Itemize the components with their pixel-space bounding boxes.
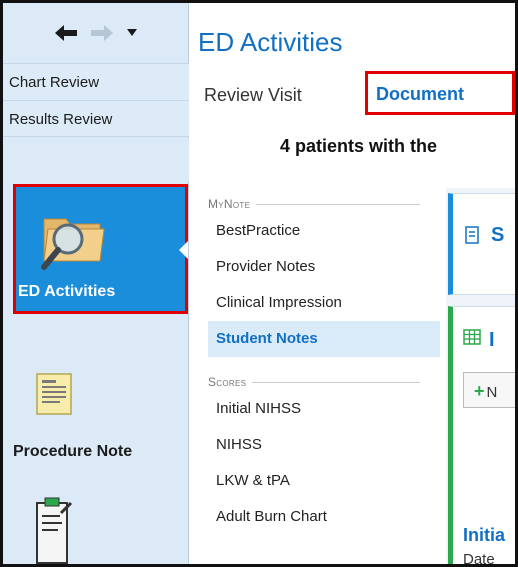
section-item-nihss[interactable]: NIHSS	[208, 427, 440, 463]
tab-document[interactable]: Document	[365, 71, 515, 115]
section-item-initial-nihss[interactable]: Initial NIHSS	[208, 391, 440, 427]
section-item-provider-notes[interactable]: Provider Notes	[208, 249, 440, 285]
history-navigation	[3, 3, 189, 63]
section-header-label: Scores	[208, 375, 247, 389]
nav-separator	[3, 138, 189, 182]
section-item-lkw-tpa[interactable]: LKW & tPA	[208, 463, 440, 499]
section-header-scores: Scores	[208, 373, 440, 391]
new-button-label: N	[486, 384, 498, 401]
tab-review-visit[interactable]: Review Visit	[204, 85, 302, 106]
clipboard-icon[interactable]	[33, 495, 73, 564]
date-label: Date	[463, 551, 495, 567]
new-button[interactable]: + N	[463, 372, 515, 408]
nav-procedure-note-label: Procedure Note	[13, 443, 133, 460]
divider	[256, 203, 420, 205]
section-item-clinical-impression[interactable]: Clinical Impression	[208, 285, 440, 321]
forward-arrow-icon[interactable]	[91, 25, 113, 41]
section-card-title: S	[491, 224, 505, 246]
app-window: Chart Review Results Review ED Activitie…	[0, 0, 518, 567]
initial-heading: Initia	[463, 525, 506, 545]
nav-ed-activities-button[interactable]: ED Activities	[13, 184, 188, 314]
back-arrow-icon[interactable]	[55, 25, 77, 41]
section-item-student-notes[interactable]: Student Notes	[208, 321, 440, 357]
main-content: ED Activities Review Visit Document 4 pa…	[190, 3, 515, 567]
nav-ed-activities-label: ED Activities	[18, 283, 116, 300]
left-navigation: Chart Review Results Review ED Activitie…	[3, 3, 189, 564]
section-card-title: I	[489, 329, 495, 351]
section-header-mynote: MyNote	[208, 195, 440, 213]
plus-icon: +	[474, 381, 485, 401]
nav-procedure-note-button[interactable]: Procedure Note	[3, 348, 189, 468]
patients-banner: 4 patients with the	[280, 136, 438, 156]
section-item-bestpractice[interactable]: BestPractice	[208, 213, 440, 249]
selected-caret-icon	[179, 241, 188, 259]
folder-search-icon	[38, 209, 108, 280]
nav-chart-review[interactable]: Chart Review	[3, 63, 189, 100]
section-card-impression: I + N Initia Date	[448, 306, 515, 567]
grid-icon	[463, 329, 481, 350]
section-header-label: MyNote	[208, 197, 251, 211]
page-title: ED Activities	[198, 27, 343, 57]
section-item-adult-burn-chart[interactable]: Adult Burn Chart	[208, 499, 440, 535]
tab-bar: Review Visit Document	[190, 71, 515, 115]
nav-results-review[interactable]: Results Review	[3, 100, 189, 137]
section-card-notes: S	[448, 193, 515, 295]
document-icon	[35, 372, 75, 423]
dropdown-icon[interactable]	[127, 29, 137, 37]
note-icon	[465, 226, 479, 249]
section-navigation: MyNote BestPractice Provider Notes Clini…	[208, 195, 440, 535]
content-panel: S I + N Initia Date	[446, 188, 515, 567]
divider	[252, 381, 420, 383]
